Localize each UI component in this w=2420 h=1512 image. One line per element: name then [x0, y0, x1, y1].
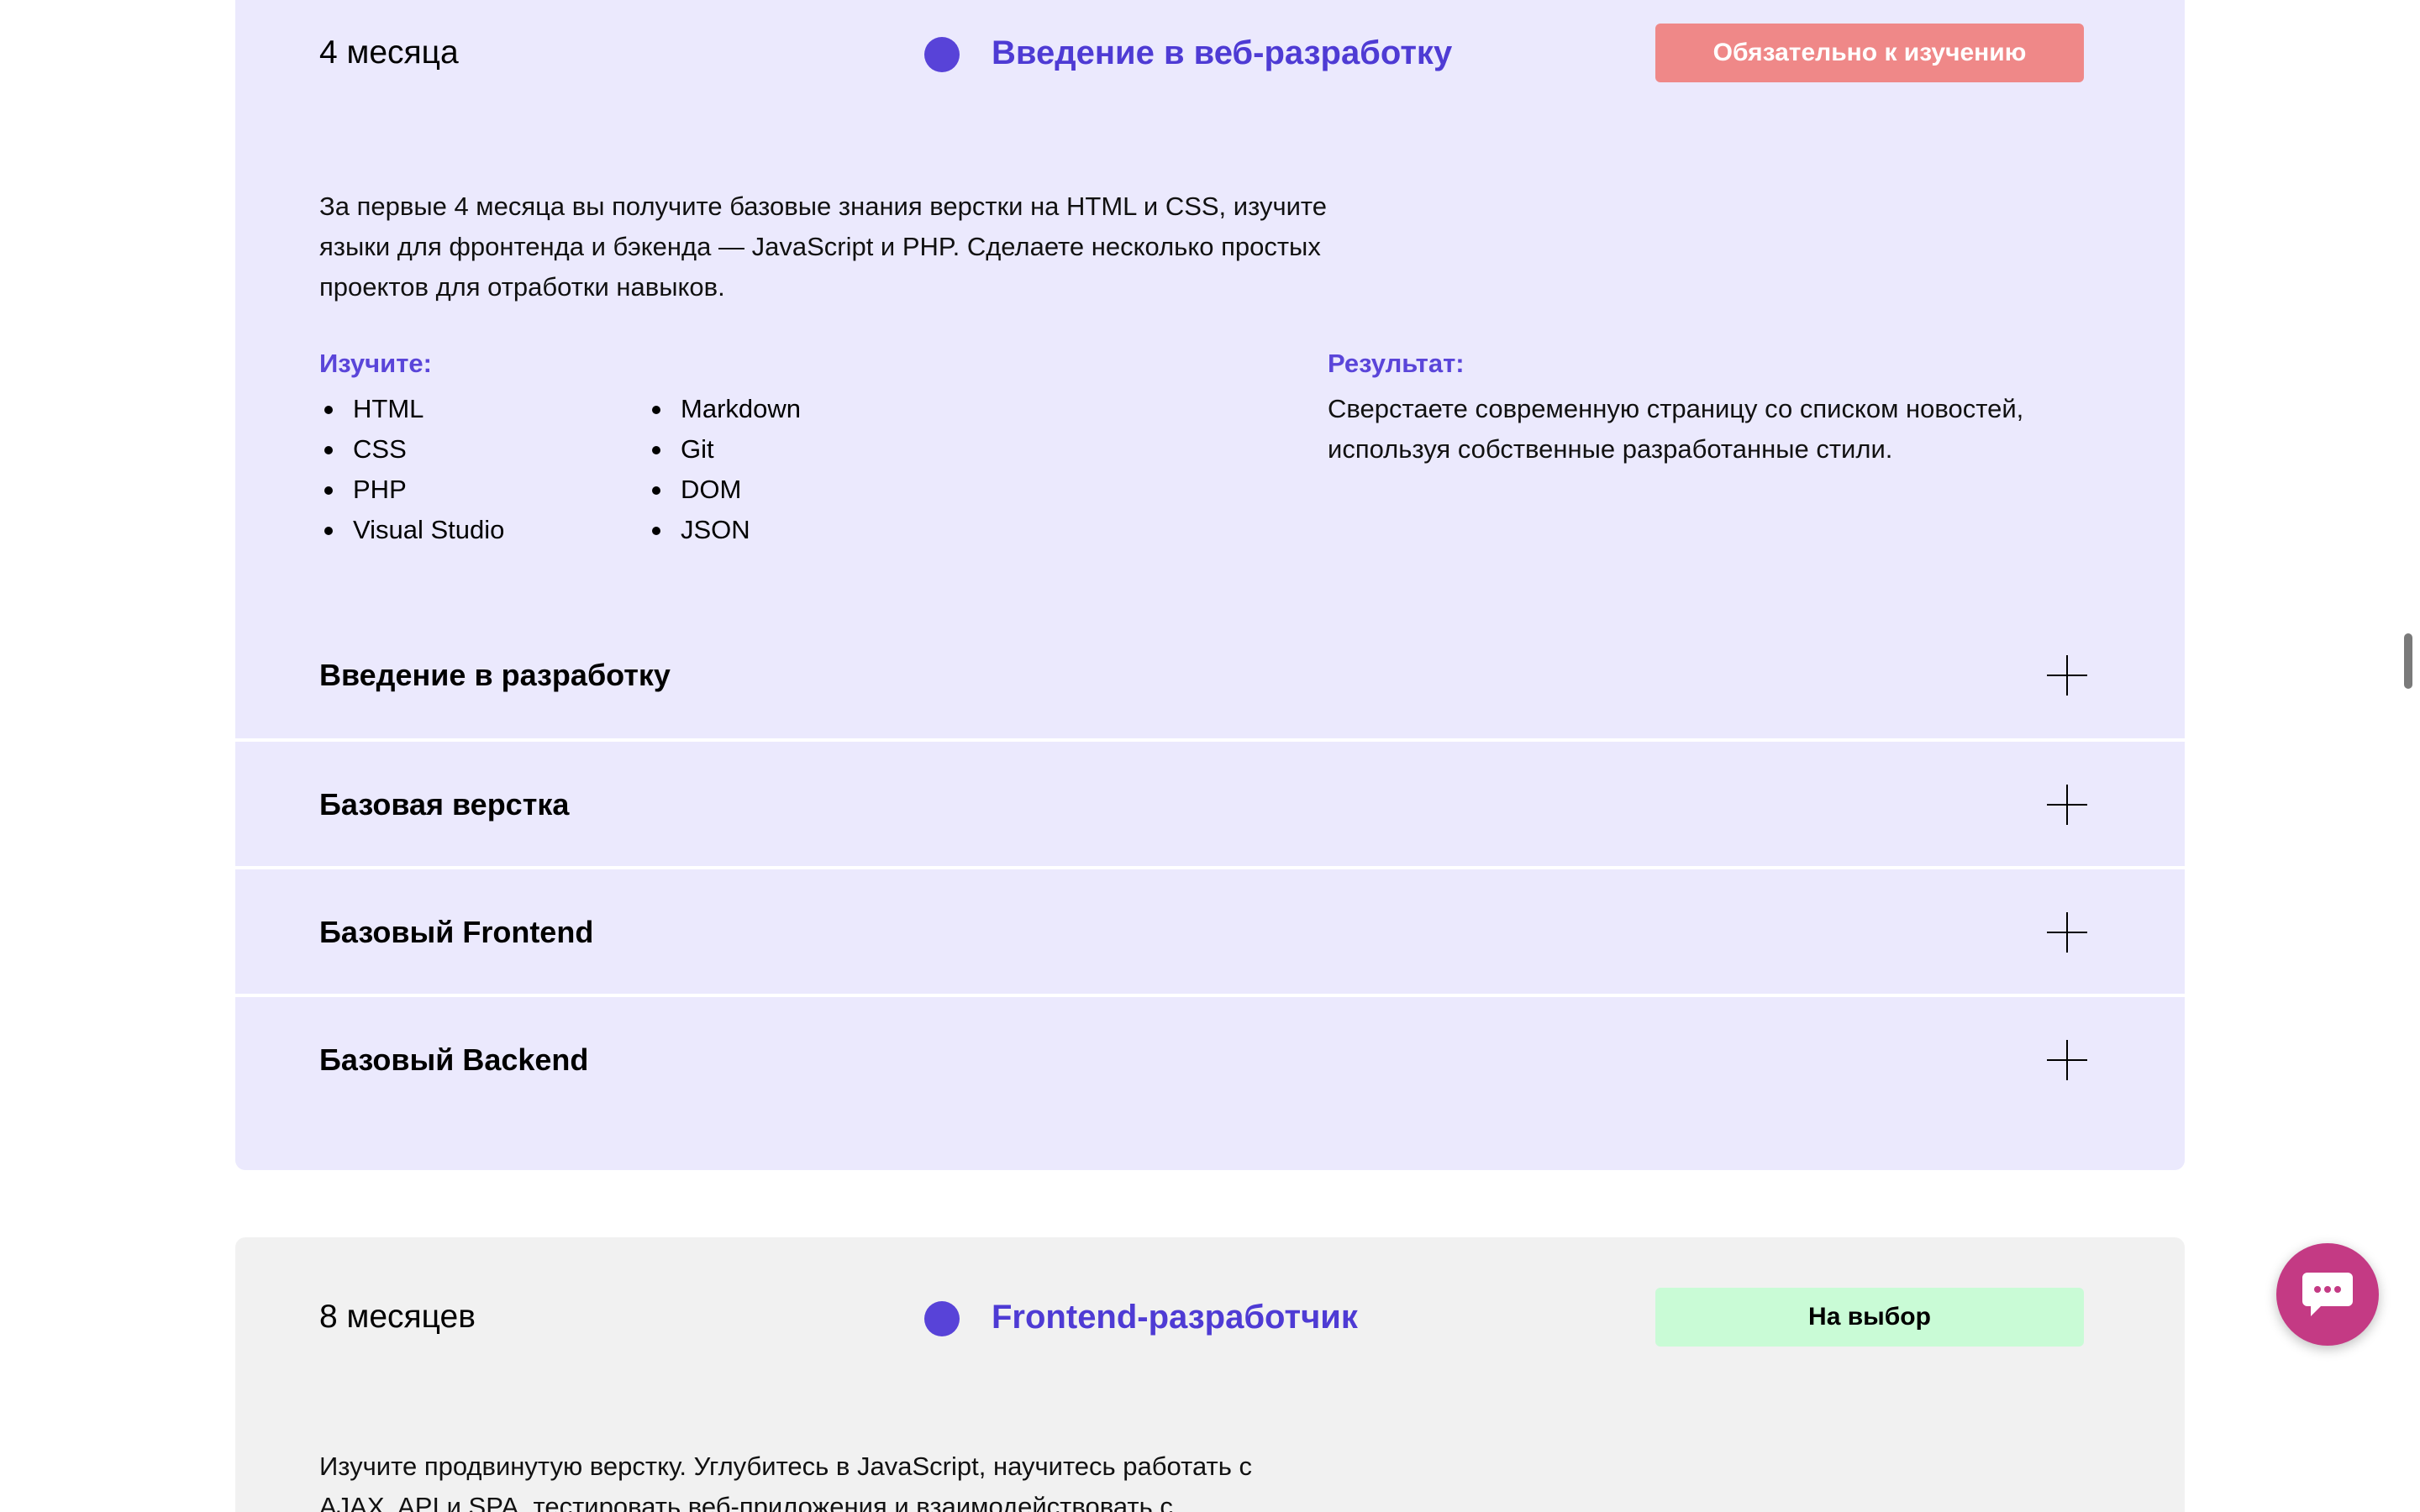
plus-icon[interactable]	[2047, 1040, 2087, 1080]
result-text: Сверстаете современную страницу со списк…	[1328, 394, 2024, 464]
program-card-web-intro: 4 месяца Введение в веб-разработку Обяза…	[235, 0, 2185, 1170]
chat-button[interactable]	[2276, 1243, 2379, 1346]
module-accordion-basic-layout[interactable]: Базовая верстка	[235, 742, 2185, 868]
scrollbar-thumb[interactable]	[2404, 633, 2412, 689]
track-title: Frontend-разработчик	[992, 1299, 1358, 1336]
learn-list-col-1: HTML CSS PHP Visual Studio	[319, 389, 504, 550]
module-accordion-intro[interactable]: Введение в разработку	[235, 612, 2185, 738]
track-dot-icon	[924, 1301, 960, 1336]
module-title: Базовый Frontend	[319, 915, 594, 949]
module-accordion-basic-frontend[interactable]: Базовый Frontend	[235, 869, 2185, 995]
duration-label: 8 месяцев	[319, 1299, 476, 1335]
list-item: DOM	[647, 470, 801, 510]
list-item: Visual Studio	[319, 510, 504, 550]
list-item: PHP	[319, 470, 504, 510]
module-accordion-basic-backend[interactable]: Базовый Backend	[235, 997, 2185, 1123]
required-badge: Обязательно к изучению	[1655, 24, 2084, 82]
chat-bubble-icon	[2302, 1273, 2353, 1316]
module-title: Базовый Backend	[319, 1042, 589, 1077]
optional-badge: На выбор	[1655, 1288, 2084, 1347]
list-item: Git	[647, 429, 801, 470]
list-item: Markdown	[647, 389, 801, 429]
learn-list-col-2: Markdown Git DOM JSON	[647, 389, 801, 550]
plus-icon[interactable]	[2047, 785, 2087, 825]
learn-label: Изучите:	[319, 349, 432, 378]
duration-label: 4 месяца	[319, 34, 459, 71]
list-item: JSON	[647, 510, 801, 550]
card-header: 4 месяца Введение в веб-разработку Обяза…	[319, 0, 2084, 84]
track-description: За первые 4 месяца вы получите базовые з…	[319, 192, 1328, 302]
card-header: 8 месяцев Frontend-разработчик На выбор	[319, 1237, 2084, 1347]
track-description: Изучите продвинутую верстку. Углубитесь …	[319, 1452, 1252, 1512]
track-title: Введение в веб-разработку	[992, 34, 1453, 71]
track-dot-icon	[924, 37, 960, 72]
plus-icon[interactable]	[2047, 655, 2087, 696]
module-title: Введение в разработку	[319, 658, 671, 692]
list-item: HTML	[319, 389, 504, 429]
list-item: CSS	[319, 429, 504, 470]
program-card-frontend: 8 месяцев Frontend-разработчик На выбор …	[235, 1237, 2185, 1512]
module-title: Базовая верстка	[319, 787, 570, 822]
plus-icon[interactable]	[2047, 912, 2087, 953]
result-label: Результат:	[1328, 349, 1465, 378]
